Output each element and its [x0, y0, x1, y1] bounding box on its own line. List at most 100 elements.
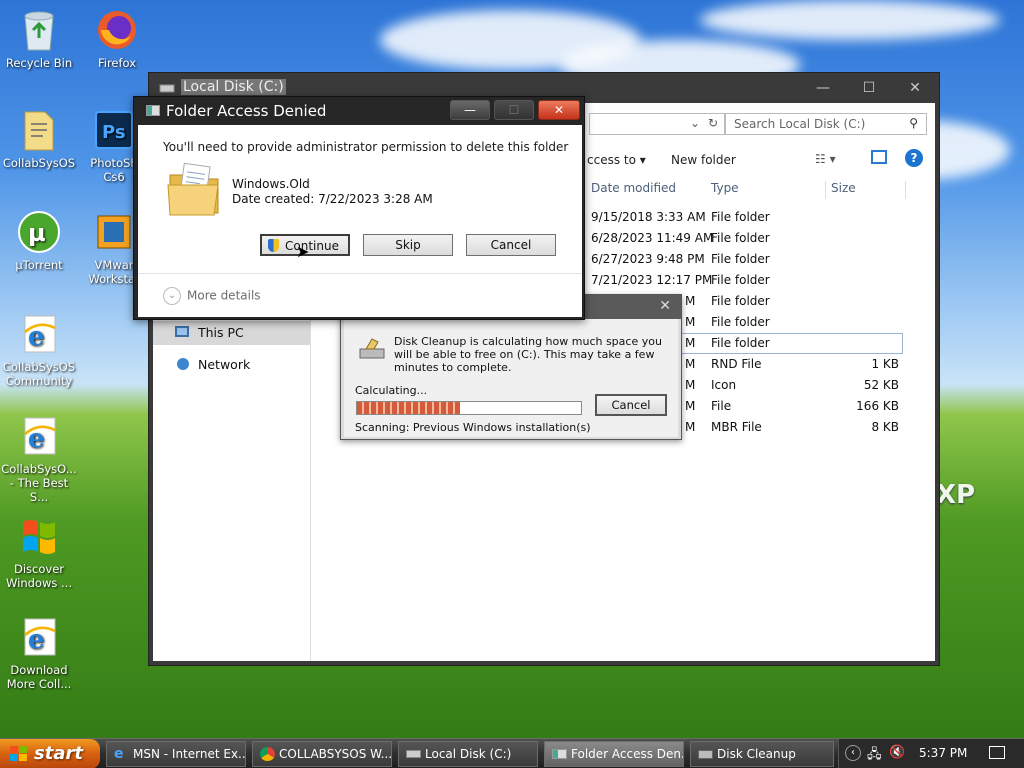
folder-access-denied-dialog: Folder Access Denied — ☐ ✕ You'll need t…	[133, 96, 585, 320]
clock[interactable]: 5:37 PM	[919, 746, 967, 760]
cloud	[700, 0, 1000, 40]
file-date: M	[685, 294, 696, 308]
file-date: M	[685, 357, 696, 371]
desktop-icon-collabsysos[interactable]: CollabSysOS	[0, 108, 78, 170]
file-date: M	[685, 336, 696, 350]
continue-button[interactable]: Continue ➤	[260, 234, 350, 261]
help-icon[interactable]: ?	[905, 149, 923, 167]
sidebar-item-this-pc[interactable]: This PC	[153, 321, 310, 345]
sidebar-item-label: This PC	[198, 325, 244, 340]
preview-pane-icon[interactable]	[871, 150, 887, 164]
internet-explorer-icon: e	[17, 414, 61, 458]
volume-muted-icon[interactable]: 🔇	[889, 745, 905, 760]
file-type: File folder	[711, 294, 770, 308]
chevron-down-icon[interactable]: ⌄	[690, 116, 700, 130]
dialog-title: Folder Access Denied	[166, 102, 327, 120]
sidebar-item-label: Network	[198, 357, 251, 372]
folder-name: Windows.Old	[232, 177, 310, 191]
internet-explorer-icon: e	[17, 312, 61, 356]
desktop-icon-label: Recycle Bin	[5, 56, 73, 70]
taskbar: start e MSN - Internet Ex... COLLABSYSOS…	[0, 738, 1024, 768]
more-details-toggle[interactable]: ⌄ More details	[163, 287, 261, 305]
desktop-icon-firefox[interactable]: Firefox	[78, 8, 156, 70]
file-date: 6/27/2023 9:48 PM	[591, 252, 705, 266]
firefox-icon	[95, 8, 139, 52]
taskbar-item-label: MSN - Internet Ex...	[133, 747, 246, 761]
close-button[interactable]: ✕	[538, 100, 580, 120]
search-input[interactable]: Search Local Disk (C:) ⚲	[725, 113, 927, 135]
minimize-button[interactable]: —	[801, 77, 845, 99]
desktop-icon-recycle-bin[interactable]: Recycle Bin	[0, 8, 78, 70]
svg-text:Ps: Ps	[102, 122, 126, 143]
desktop-icon-label: Firefox	[97, 56, 137, 70]
windows-flag-icon	[17, 514, 61, 558]
svg-text:µ: µ	[28, 219, 46, 247]
refresh-icon[interactable]: ↻	[708, 116, 718, 130]
file-size: 8 KB	[871, 420, 899, 434]
cancel-button[interactable]: Cancel	[466, 234, 556, 256]
taskbar-item-disk-cleanup[interactable]: Disk Cleanup	[690, 741, 834, 767]
skip-button[interactable]: Skip	[363, 234, 453, 256]
disk-cleanup-icon	[359, 338, 385, 359]
dialog-titlebar[interactable]: Folder Access Denied — ☐ ✕	[134, 97, 584, 125]
desktop-icon-utorrent[interactable]: µ µTorrent	[0, 210, 78, 272]
file-type: File folder	[711, 336, 770, 350]
file-row[interactable]: 6/27/2023 9:48 PM File folder	[583, 249, 903, 270]
taskbar-item-label: Disk Cleanup	[717, 747, 796, 761]
taskbar-item-msn[interactable]: e MSN - Internet Ex...	[106, 741, 246, 767]
view-options-icon[interactable]: ☷ ▾	[815, 152, 836, 166]
progress-bar	[356, 401, 582, 415]
file-row[interactable]: 6/28/2023 11:49 AM File folder	[583, 228, 903, 249]
internet-explorer-icon: e	[17, 615, 61, 659]
new-folder-button[interactable]: New folder	[671, 153, 736, 167]
file-date: M	[685, 399, 696, 413]
desktop-icon-label: Download	[10, 663, 68, 677]
column-date-modified[interactable]: Date modified	[591, 181, 676, 205]
chevron-left-icon[interactable]: ‹	[845, 745, 861, 761]
start-button[interactable]: start	[0, 739, 100, 768]
desktop-icon-collabsysos-community[interactable]: e CollabSysOS Community	[0, 312, 78, 388]
divider	[138, 273, 582, 274]
dialog-content: You'll need to provide administrator per…	[138, 125, 582, 317]
file-type: MBR File	[711, 420, 762, 434]
file-date: M	[685, 315, 696, 329]
file-row[interactable]: 7/21/2023 12:17 PM File folder	[583, 270, 903, 291]
minimize-button[interactable]: —	[450, 100, 490, 120]
desktop-icon-collabsysos-best[interactable]: e CollabSysO... - The Best S...	[0, 414, 78, 504]
desktop-icon-download-more[interactable]: e Download More Coll...	[0, 615, 78, 691]
close-button[interactable]: ✕	[659, 298, 671, 314]
recycle-bin-icon	[17, 8, 61, 52]
address-bar[interactable]: ⌄ ↻	[589, 113, 725, 135]
maximize-button[interactable]: ☐	[847, 77, 891, 99]
column-size[interactable]: Size	[831, 181, 856, 205]
share-access-button[interactable]: ccess to ▾	[587, 153, 646, 167]
close-button[interactable]: ✕	[893, 77, 937, 99]
explorer-title: Local Disk (C:)	[181, 79, 286, 95]
file-size: 1 KB	[871, 357, 899, 371]
system-tray: ‹ 🖧 🔇 5:37 PM	[838, 739, 1024, 768]
desktop-icon-label: µTorrent	[15, 258, 63, 272]
notification-icon[interactable]	[989, 746, 1005, 759]
document-icon	[17, 108, 61, 152]
network-status-icon[interactable]: 🖧	[867, 745, 882, 767]
progress-fill	[357, 402, 461, 414]
file-date: 9/15/2018 3:33 AM	[591, 210, 706, 224]
desktop-icon-discover-windows[interactable]: Discover Windows ...	[0, 514, 78, 590]
taskbar-item-folder-access-denied[interactable]: Folder Access Den...	[544, 741, 684, 767]
sidebar-item-network[interactable]: Network	[153, 353, 310, 377]
network-icon	[177, 358, 189, 370]
taskbar-item-collabsysos[interactable]: COLLABSYSOS W...	[252, 741, 392, 767]
desktop-icon-label: CollabSysOS	[2, 156, 76, 170]
file-row[interactable]: 9/15/2018 3:33 AM File folder	[583, 207, 903, 228]
column-type[interactable]: Type	[711, 181, 739, 205]
disk-cleanup-message: Disk Cleanup is calculating how much spa…	[394, 335, 662, 374]
calculating-label: Calculating...	[355, 384, 428, 397]
taskbar-item-local-disk[interactable]: Local Disk (C:)	[398, 741, 538, 767]
folder-icon	[167, 162, 219, 216]
desktop-icon-label-line2: More Coll...	[6, 677, 72, 691]
maximize-button[interactable]: ☐	[494, 100, 534, 120]
file-date: 6/28/2023 11:49 AM	[591, 231, 714, 245]
cancel-button[interactable]: Cancel	[595, 394, 667, 416]
start-label: start	[34, 743, 83, 764]
drive-icon	[159, 84, 175, 93]
